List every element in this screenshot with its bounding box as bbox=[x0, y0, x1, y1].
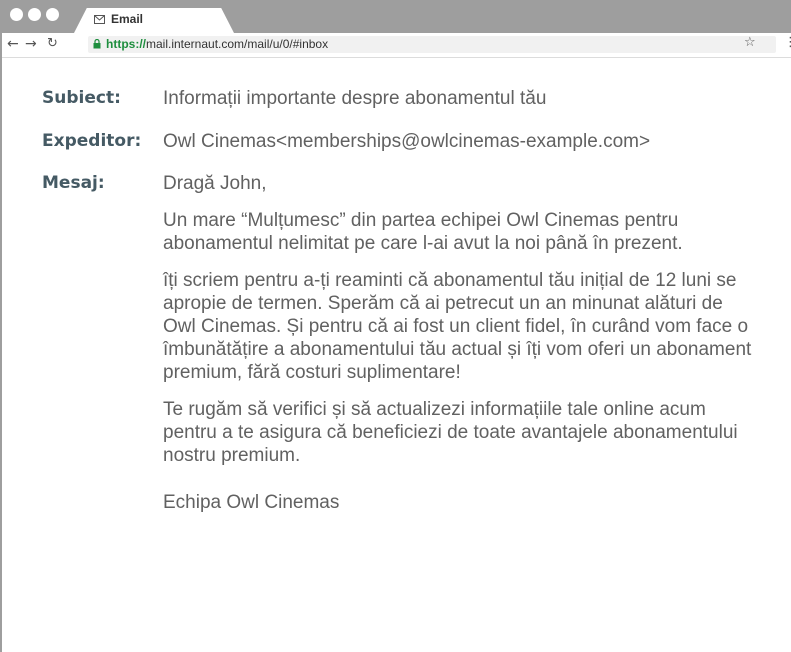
close-window-dot[interactable] bbox=[10, 8, 23, 21]
message-label: Mesaj: bbox=[42, 173, 105, 193]
back-arrow-icon[interactable]: ← bbox=[7, 37, 19, 51]
tab-title: Email bbox=[111, 12, 144, 26]
browser-toolbar: ← → ↻ https://mail.internaut.com/mail/u/… bbox=[2, 33, 791, 58]
url-path: mail.internaut.com/mail/u/0/#inbox bbox=[146, 37, 329, 51]
maximize-window-dot[interactable] bbox=[46, 8, 59, 21]
message-signature: Echipa Owl Cinemas bbox=[163, 492, 340, 513]
sender-label: Expeditor: bbox=[42, 131, 142, 151]
url-scheme: https:// bbox=[106, 37, 146, 51]
message-paragraph: Un mare “Mulțumesc” din partea echipei O… bbox=[163, 210, 683, 254]
subject-label: Subiect: bbox=[42, 88, 121, 108]
tab-strip: Email bbox=[2, 0, 791, 33]
message-paragraph: îți scriem pentru a-ți reaminti că abona… bbox=[163, 270, 752, 383]
address-bar[interactable]: https://mail.internaut.com/mail/u/0/#inb… bbox=[88, 36, 776, 53]
forward-arrow-icon[interactable]: → bbox=[25, 37, 37, 51]
tab-email[interactable]: Email bbox=[74, 8, 234, 33]
reload-icon[interactable]: ↻ bbox=[47, 37, 58, 51]
lock-icon bbox=[93, 39, 101, 49]
message-body: Dragă John, Un mare “Mulțumesc” din part… bbox=[163, 172, 753, 528]
minimize-window-dot[interactable] bbox=[28, 8, 41, 21]
browser-window: Email ← → ↻ https://mail.internaut.com/m… bbox=[0, 0, 791, 652]
message-greeting: Dragă John, bbox=[163, 173, 267, 194]
subject-value: Informații importante despre abonamentul… bbox=[163, 88, 547, 109]
url-text: https://mail.internaut.com/mail/u/0/#inb… bbox=[106, 37, 328, 51]
bookmark-star-icon[interactable]: ☆ bbox=[744, 35, 756, 50]
sender-value: Owl Cinemas<memberships@owlcinemas-examp… bbox=[163, 131, 651, 152]
menu-kebab-icon[interactable]: ⋮ bbox=[784, 35, 791, 50]
envelope-icon bbox=[94, 14, 105, 24]
message-paragraph: Te rugăm să verifici și să actualizezi i… bbox=[163, 399, 738, 466]
